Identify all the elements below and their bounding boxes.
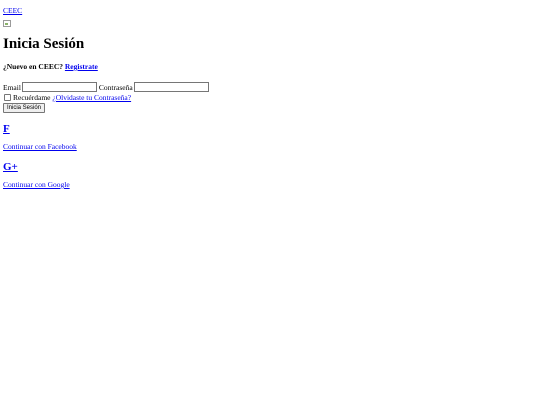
- login-submit-button[interactable]: Inicia Sesión: [3, 103, 46, 113]
- google-plus-icon[interactable]: G+: [3, 161, 540, 174]
- password-field[interactable]: [133, 82, 209, 92]
- password-label: Contraseña: [98, 82, 133, 92]
- new-user-text: ¿Nuevo en CEEC?: [3, 62, 64, 71]
- new-user-prompt: ¿Nuevo en CEEC? Registrate: [3, 62, 540, 72]
- facebook-icon[interactable]: F: [3, 123, 540, 136]
- email-field[interactable]: [21, 82, 97, 92]
- credentials-row: Email Contraseña: [3, 82, 540, 92]
- remember-row: Recuérdame ¿Olvidaste tu Contraseña?: [3, 93, 540, 102]
- remember-checkbox[interactable]: [4, 94, 11, 101]
- register-link[interactable]: Registrate: [65, 62, 98, 71]
- brand-link[interactable]: CEEC: [3, 6, 540, 15]
- login-form: Email Contraseña Recuérdame ¿Olvidaste t…: [3, 82, 540, 113]
- remember-label: Recuérdame: [13, 93, 51, 102]
- forgot-password-link[interactable]: ¿Olvidaste tu Contraseña?: [52, 93, 131, 102]
- broken-image-icon: [3, 20, 11, 27]
- facebook-login-link[interactable]: Continuar con Facebook: [3, 142, 540, 151]
- page-container: CEEC Inicia Sesión ¿Nuevo en CEEC? Regis…: [0, 0, 540, 189]
- page-title: Inicia Sesión: [3, 36, 85, 52]
- google-login-link[interactable]: Continuar con Google: [3, 180, 540, 189]
- email-label: Email: [3, 82, 21, 92]
